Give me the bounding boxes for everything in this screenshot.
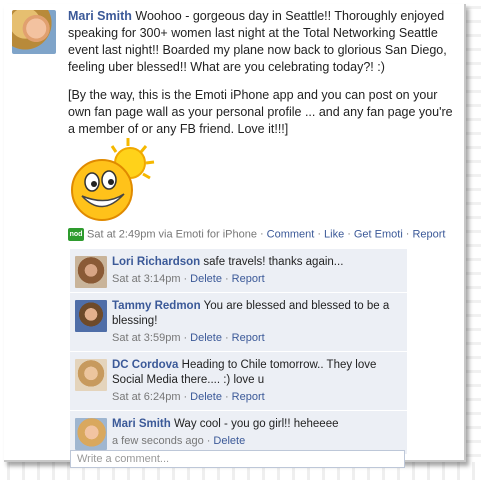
comment-meta: Sat at 3:14pm · Delete · Report (112, 273, 265, 285)
comment-avatar[interactable] (75, 418, 107, 450)
smiley-face-icon (71, 159, 133, 221)
comment-avatar[interactable] (75, 359, 107, 391)
comment-meta: Sat at 3:59pm · Delete · Report (112, 332, 265, 344)
report-link[interactable]: Report (232, 273, 265, 285)
report-link[interactable]: Report (232, 332, 265, 344)
get-emoti-link[interactable]: Get Emoti (354, 228, 403, 240)
comment-time: a few seconds ago (112, 435, 204, 447)
like-link[interactable]: Like (324, 228, 344, 240)
comment-avatar[interactable] (75, 256, 107, 288)
comment-time: Sat at 3:14pm (112, 273, 181, 285)
post-meta: nod Sat at 2:49pm via Emoti for iPhone · Co… (68, 228, 446, 241)
comment-item: Tammy Redmon You are blessed and blessed… (70, 293, 407, 352)
post-author-name[interactable]: Mari Smith (68, 9, 132, 23)
comment-item: Mari Smith Way cool - you go girl!! hehe… (70, 411, 407, 455)
post-author-avatar[interactable] (12, 10, 56, 54)
write-comment-input[interactable]: Write a comment... (70, 450, 405, 468)
comment-author[interactable]: Lori Richardson (112, 256, 200, 268)
comment-avatar[interactable] (75, 300, 107, 332)
comment-time: Sat at 3:59pm (112, 332, 181, 344)
comment-meta: Sat at 6:24pm · Delete · Report (112, 391, 265, 403)
delete-link[interactable]: Delete (190, 332, 222, 344)
comment-text: safe travels! thanks again... (203, 256, 344, 268)
comment-link[interactable]: Comment (267, 228, 315, 240)
comment-meta: a few seconds ago · Delete (112, 435, 246, 447)
sun-emoticon-icon (71, 138, 155, 221)
comment-author[interactable]: DC Cordova (112, 359, 178, 371)
report-link[interactable]: Report (232, 391, 265, 403)
comment-list: Lori Richardson safe travels! thanks aga… (70, 249, 407, 455)
delete-link[interactable]: Delete (213, 435, 245, 447)
post-message: Mari Smith Woohoo - gorgeous day in Seat… (68, 8, 460, 76)
comment-item: Lori Richardson safe travels! thanks aga… (70, 249, 407, 293)
comment-author[interactable]: Mari Smith (112, 418, 171, 430)
post-paragraph-2: [By the way, this is the Emoti iPhone ap… (68, 88, 453, 136)
comment-item: DC Cordova Heading to Chile tomorrow.. T… (70, 352, 407, 411)
delete-link[interactable]: Delete (190, 273, 222, 285)
comment-author[interactable]: Tammy Redmon (112, 300, 201, 312)
delete-link[interactable]: Delete (190, 391, 222, 403)
post-timestamp: Sat at 2:49pm via Emoti for iPhone (87, 228, 257, 241)
comment-time: Sat at 6:24pm (112, 391, 181, 403)
report-link[interactable]: Report (412, 228, 445, 240)
app-badge: nod (68, 228, 84, 241)
comment-text: Way cool - you go girl!! heheeee (174, 418, 339, 430)
